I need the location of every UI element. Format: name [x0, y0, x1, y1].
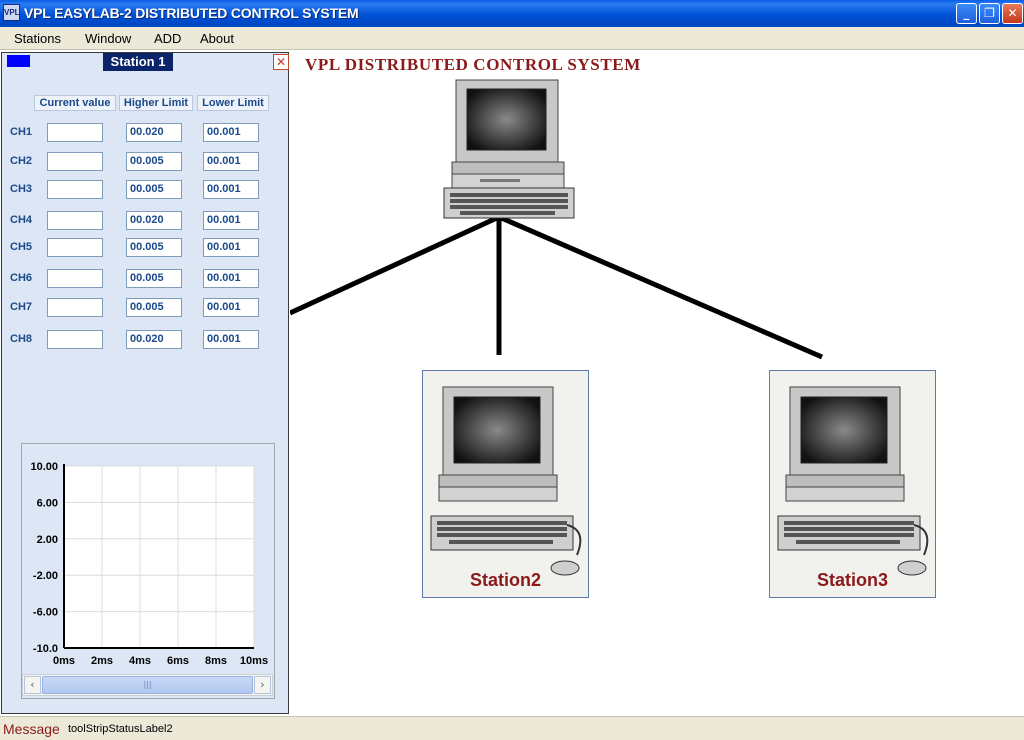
channel-label: CH7 [10, 301, 33, 313]
y-tick-label: 6.00 [37, 497, 58, 509]
signal-chart: 0ms 2ms 4ms 6ms 8ms 10ms 10.00 6.00 2.00 -2.00 -6.… [21, 443, 275, 699]
channel-label: CH3 [10, 183, 33, 195]
y-tick-label: -6.00 [33, 607, 58, 619]
status-message: Message [3, 721, 60, 737]
current-value-field[interactable] [47, 269, 103, 288]
channel-label: CH8 [10, 333, 33, 345]
channel-label: CH1 [10, 126, 33, 138]
y-tick-label: -2.00 [33, 570, 58, 582]
panel-close-icon[interactable]: ✕ [273, 54, 289, 70]
computer-icon [430, 386, 582, 576]
scroll-right-icon[interactable]: › [254, 676, 271, 694]
current-value-field[interactable] [47, 123, 103, 142]
plot-area [64, 466, 254, 648]
status-label: toolStripStatusLabel2 [68, 723, 173, 735]
lower-limit-field[interactable]: 00.001 [203, 123, 259, 142]
x-tick-label: 10ms [240, 655, 268, 667]
station-panel: Station 1 ✕ Current value Higher Limit L… [1, 52, 289, 732]
lower-limit-field[interactable]: 00.001 [203, 238, 259, 257]
lower-limit-field[interactable]: 00.001 [203, 298, 259, 317]
current-value-field[interactable] [47, 152, 103, 171]
chart-scrollbar[interactable]: ‹ ||| › [22, 674, 273, 696]
higher-limit-field[interactable]: 00.005 [126, 238, 182, 257]
link-line-station3 [498, 214, 823, 360]
lower-limit-field[interactable]: 00.001 [203, 180, 259, 199]
higher-limit-field[interactable]: 00.020 [126, 211, 182, 230]
app-icon: VPL [3, 4, 20, 21]
current-value-field[interactable] [47, 238, 103, 257]
station-name: Station2 [469, 570, 541, 590]
menu-bar: Stations Window ADD About [0, 27, 1024, 50]
higher-limit-field[interactable]: 00.020 [126, 123, 182, 142]
link-line-station1 [290, 214, 501, 316]
menu-stations[interactable]: Stations [14, 31, 61, 46]
chart-canvas: 0ms 2ms 4ms 6ms 8ms 10ms 10.00 6.00 2.00 -2.00 -6.… [30, 461, 268, 667]
x-tick-label: 4ms [129, 655, 151, 667]
current-value-field[interactable] [47, 180, 103, 199]
higher-limit-field[interactable]: 00.005 [126, 180, 182, 199]
x-tick-label: 0ms [53, 655, 75, 667]
channel-label: CH6 [10, 272, 33, 284]
menu-window[interactable]: Window [85, 31, 131, 46]
window-title: VPL EASYLAB-2 DISTRIBUTED CONTROL SYSTEM [24, 5, 359, 21]
lower-limit-field[interactable]: 00.001 [203, 330, 259, 349]
higher-limit-field[interactable]: 00.005 [126, 152, 182, 171]
y-tick-label: 10.00 [30, 461, 58, 473]
station-name: Station3 [816, 570, 888, 590]
column-higher-limit: Higher Limit [119, 95, 193, 111]
channel-label: CH5 [10, 241, 33, 253]
restore-button[interactable]: ❐ [979, 3, 1000, 24]
y-tick-label: 2.00 [37, 534, 58, 546]
scroll-thumb[interactable]: ||| [42, 676, 253, 694]
current-value-field[interactable] [47, 298, 103, 317]
station-tab[interactable]: Station 1 [103, 53, 173, 71]
x-tick-label: 8ms [205, 655, 227, 667]
server-computer-icon[interactable] [440, 78, 580, 220]
current-value-field[interactable] [47, 211, 103, 230]
lower-limit-field[interactable]: 00.001 [203, 269, 259, 288]
higher-limit-field[interactable]: 00.005 [126, 298, 182, 317]
current-value-field[interactable] [47, 330, 103, 349]
status-bar: Message toolStripStatusLabel2 [0, 716, 1024, 740]
computer-icon [777, 386, 929, 576]
title-bar: VPL VPL EASYLAB-2 DISTRIBUTED CONTROL SY… [0, 0, 1024, 27]
station-card[interactable]: Station3 [769, 370, 936, 598]
menu-add[interactable]: ADD [154, 31, 181, 46]
menu-about[interactable]: About [200, 31, 234, 46]
network-lines [290, 214, 823, 360]
column-lower-limit: Lower Limit [197, 95, 269, 111]
higher-limit-field[interactable]: 00.020 [126, 330, 182, 349]
panel-header: Station 1 ✕ [2, 53, 289, 72]
lower-limit-field[interactable]: 00.001 [203, 152, 259, 171]
x-tick-label: 6ms [167, 655, 189, 667]
y-tick-label: -10.0 [33, 643, 58, 655]
station-color-swatch [7, 55, 30, 67]
channel-label: CH4 [10, 214, 33, 226]
station-card[interactable]: Station2 [422, 370, 589, 598]
scroll-left-icon[interactable]: ‹ [24, 676, 41, 694]
column-current-value: Current value [34, 95, 116, 111]
x-tick-label: 2ms [91, 655, 113, 667]
minimize-button[interactable]: _ [956, 3, 977, 24]
higher-limit-field[interactable]: 00.005 [126, 269, 182, 288]
lower-limit-field[interactable]: 00.001 [203, 211, 259, 230]
channel-label: CH2 [10, 155, 33, 167]
close-window-button[interactable]: ✕ [1002, 3, 1023, 24]
